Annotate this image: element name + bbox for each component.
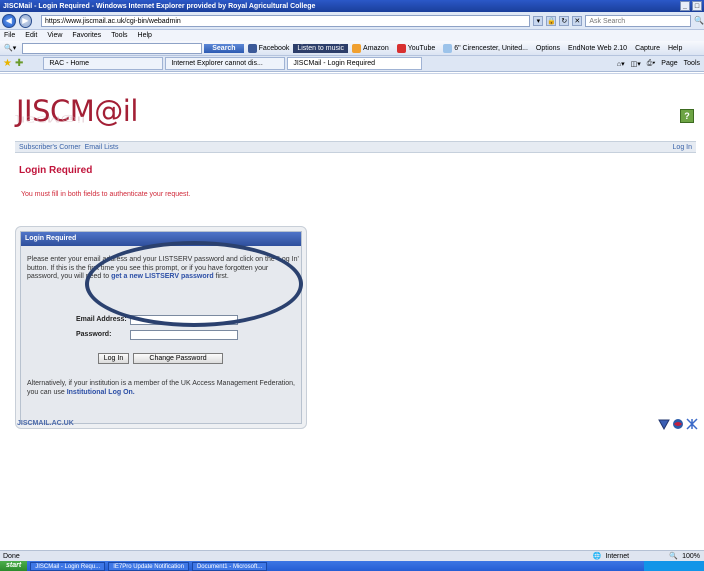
print-icon[interactable]: ⎙▾ bbox=[647, 60, 656, 68]
favorites-area: ★ ✚ bbox=[0, 58, 23, 69]
star-logo-icon bbox=[686, 418, 698, 430]
address-bar-row: ◀ ▶ https://www.jiscmail.ac.uk/cgi-bin/w… bbox=[0, 12, 704, 30]
add-favorites-icon[interactable]: ✚ bbox=[15, 58, 23, 69]
home-icon[interactable]: ⌂▾ bbox=[617, 60, 625, 68]
dropdown-icon[interactable]: ▾ bbox=[533, 15, 544, 26]
zoom-icon: 🔍 bbox=[669, 553, 679, 560]
window-controls: _ □ bbox=[680, 1, 702, 11]
tools-menu[interactable]: Tools bbox=[684, 60, 700, 68]
system-tray bbox=[644, 561, 704, 571]
window-title-bar: JISCMail - Login Required - Windows Inte… bbox=[0, 0, 704, 12]
window-title: JISCMail - Login Required - Windows Inte… bbox=[3, 2, 316, 10]
menu-favorites[interactable]: Favorites bbox=[72, 30, 101, 41]
taskbar-item-word[interactable]: Document1 - Microsoft... bbox=[191, 561, 268, 571]
page-title: Login Required bbox=[19, 165, 93, 176]
nav-email-lists[interactable]: Email Lists bbox=[81, 144, 119, 151]
alternative-login-text: Alternatively, if your institution is a … bbox=[27, 380, 295, 396]
nav-login[interactable]: Log In bbox=[669, 144, 696, 151]
zone-label: Internet bbox=[605, 552, 630, 560]
maximize-icon[interactable]: □ bbox=[692, 1, 702, 11]
help-button[interactable]: ? bbox=[680, 109, 694, 123]
taskbar-item-jiscmail[interactable]: JISCMail - Login Requ... bbox=[30, 561, 106, 571]
back-button[interactable]: ◀ bbox=[2, 13, 16, 28]
login-box-inner: Login Required Please enter your email a… bbox=[20, 231, 302, 424]
tab-row: ★ ✚ RAC - Home Internet Explorer cannot … bbox=[0, 56, 704, 72]
menu-help[interactable]: Help bbox=[138, 30, 152, 41]
address-icons: ▾ 🔒 ↻ ✕ bbox=[533, 15, 583, 26]
email-field[interactable] bbox=[130, 315, 238, 325]
menu-tools[interactable]: Tools bbox=[111, 30, 127, 41]
status-bar: Done 🌐 Internet 🔍 100% bbox=[0, 550, 704, 561]
facebook-icon bbox=[247, 43, 257, 53]
tab-jiscmail-login[interactable]: JISCMail - Login Required bbox=[287, 57, 423, 70]
zoom-level[interactable]: 100% bbox=[682, 553, 700, 560]
toolbar-item-options[interactable]: Options bbox=[532, 45, 564, 52]
favorites-star-icon[interactable]: ★ bbox=[3, 58, 12, 69]
tab-rac-home[interactable]: RAC - Home bbox=[43, 57, 164, 70]
page-menu[interactable]: Page bbox=[661, 60, 677, 68]
menu-file[interactable]: File bbox=[4, 30, 15, 41]
toolbar-search-input[interactable] bbox=[22, 42, 203, 54]
start-button[interactable]: start bbox=[0, 561, 28, 571]
toolbar-item-weather[interactable]: 6" Cirencester, United... bbox=[439, 43, 532, 53]
toolbar-item-youtube[interactable]: YouTube bbox=[393, 43, 440, 53]
password-label: Password: bbox=[76, 331, 112, 338]
toolbar-item-facebook[interactable]: Facebook bbox=[244, 43, 294, 53]
refresh-icon[interactable]: ↻ bbox=[559, 15, 570, 26]
live-search-input[interactable]: Ask Search bbox=[585, 14, 692, 27]
tab-ie-error[interactable]: Internet Explorer cannot dis... bbox=[165, 57, 286, 70]
footer-logos bbox=[658, 418, 698, 430]
page-content: JISCM@il JISCM@il ? Subscriber's Corner … bbox=[0, 73, 704, 550]
minimize-icon[interactable]: _ bbox=[680, 1, 690, 11]
toolbar-search-options-icon[interactable]: 🔍▾ bbox=[0, 44, 20, 52]
status-zone: 🌐 Internet 🔍 100% bbox=[592, 552, 704, 561]
toolbar-item-help[interactable]: Help bbox=[664, 45, 686, 52]
toolbar: 🔍▾ Search Facebook Listen to music Amazo… bbox=[0, 41, 704, 56]
status-text: Done bbox=[3, 552, 20, 560]
toolbar-item-amazon[interactable]: Amazon bbox=[348, 43, 393, 53]
feeds-icon[interactable]: ◫▾ bbox=[631, 60, 641, 68]
lock-icon[interactable]: 🔒 bbox=[546, 15, 557, 26]
amazon-icon bbox=[352, 43, 362, 53]
login-instructions: Please enter your email address and your… bbox=[27, 256, 299, 280]
menu-view[interactable]: View bbox=[47, 30, 62, 41]
login-button[interactable]: Log In bbox=[98, 353, 129, 364]
email-label: Email Address: bbox=[76, 316, 127, 323]
forward-button[interactable]: ▶ bbox=[18, 13, 33, 28]
login-box-header: Login Required bbox=[21, 232, 301, 246]
new-password-link[interactable]: get a new LISTSERV password bbox=[111, 273, 214, 280]
login-box: Login Required Please enter your email a… bbox=[15, 226, 307, 429]
change-password-button[interactable]: Change Password bbox=[133, 353, 223, 364]
toolbar-item-endnote[interactable]: EndNote Web 2.10 bbox=[564, 45, 631, 52]
taskbar: start JISCMail - Login Requ... IE7Pro Up… bbox=[0, 561, 704, 571]
globe-icon: 🌐 bbox=[592, 553, 602, 560]
logo-reflection: JISCM@il bbox=[16, 114, 86, 125]
search-icon[interactable]: 🔍 bbox=[694, 16, 704, 25]
toolbar-search-button[interactable]: Search bbox=[204, 43, 244, 53]
youtube-icon bbox=[396, 43, 406, 53]
weather-icon bbox=[443, 43, 453, 53]
footer-link[interactable]: JISCMAIL.AC.UK bbox=[17, 420, 74, 427]
taskbar-item-ie7pro[interactable]: IE7Pro Update Notification bbox=[108, 561, 189, 571]
address-input[interactable]: https://www.jiscmail.ac.uk/cgi-bin/webad… bbox=[41, 14, 531, 27]
toolbar-item-capture[interactable]: Capture bbox=[631, 45, 664, 52]
stop-icon[interactable]: ✕ bbox=[572, 15, 583, 26]
nav-strip: Subscriber's Corner Email Lists Log In bbox=[15, 141, 696, 153]
triangle-logo-icon bbox=[658, 419, 670, 430]
toolbar-item-listen[interactable]: Listen to music bbox=[293, 43, 349, 53]
nav-subscribers-corner[interactable]: Subscriber's Corner bbox=[15, 144, 81, 151]
error-notice: You must fill in both fields to authenti… bbox=[21, 191, 191, 198]
globe-logo-icon bbox=[673, 419, 683, 429]
menu-bar: File Edit View Favorites Tools Help bbox=[0, 30, 704, 41]
institutional-login-link[interactable]: Institutional Log On. bbox=[67, 389, 135, 396]
tab-tools: ⌂▾ ◫▾ ⎙▾ Page Tools bbox=[617, 60, 704, 68]
password-field[interactable] bbox=[130, 330, 238, 340]
menu-edit[interactable]: Edit bbox=[25, 30, 37, 41]
